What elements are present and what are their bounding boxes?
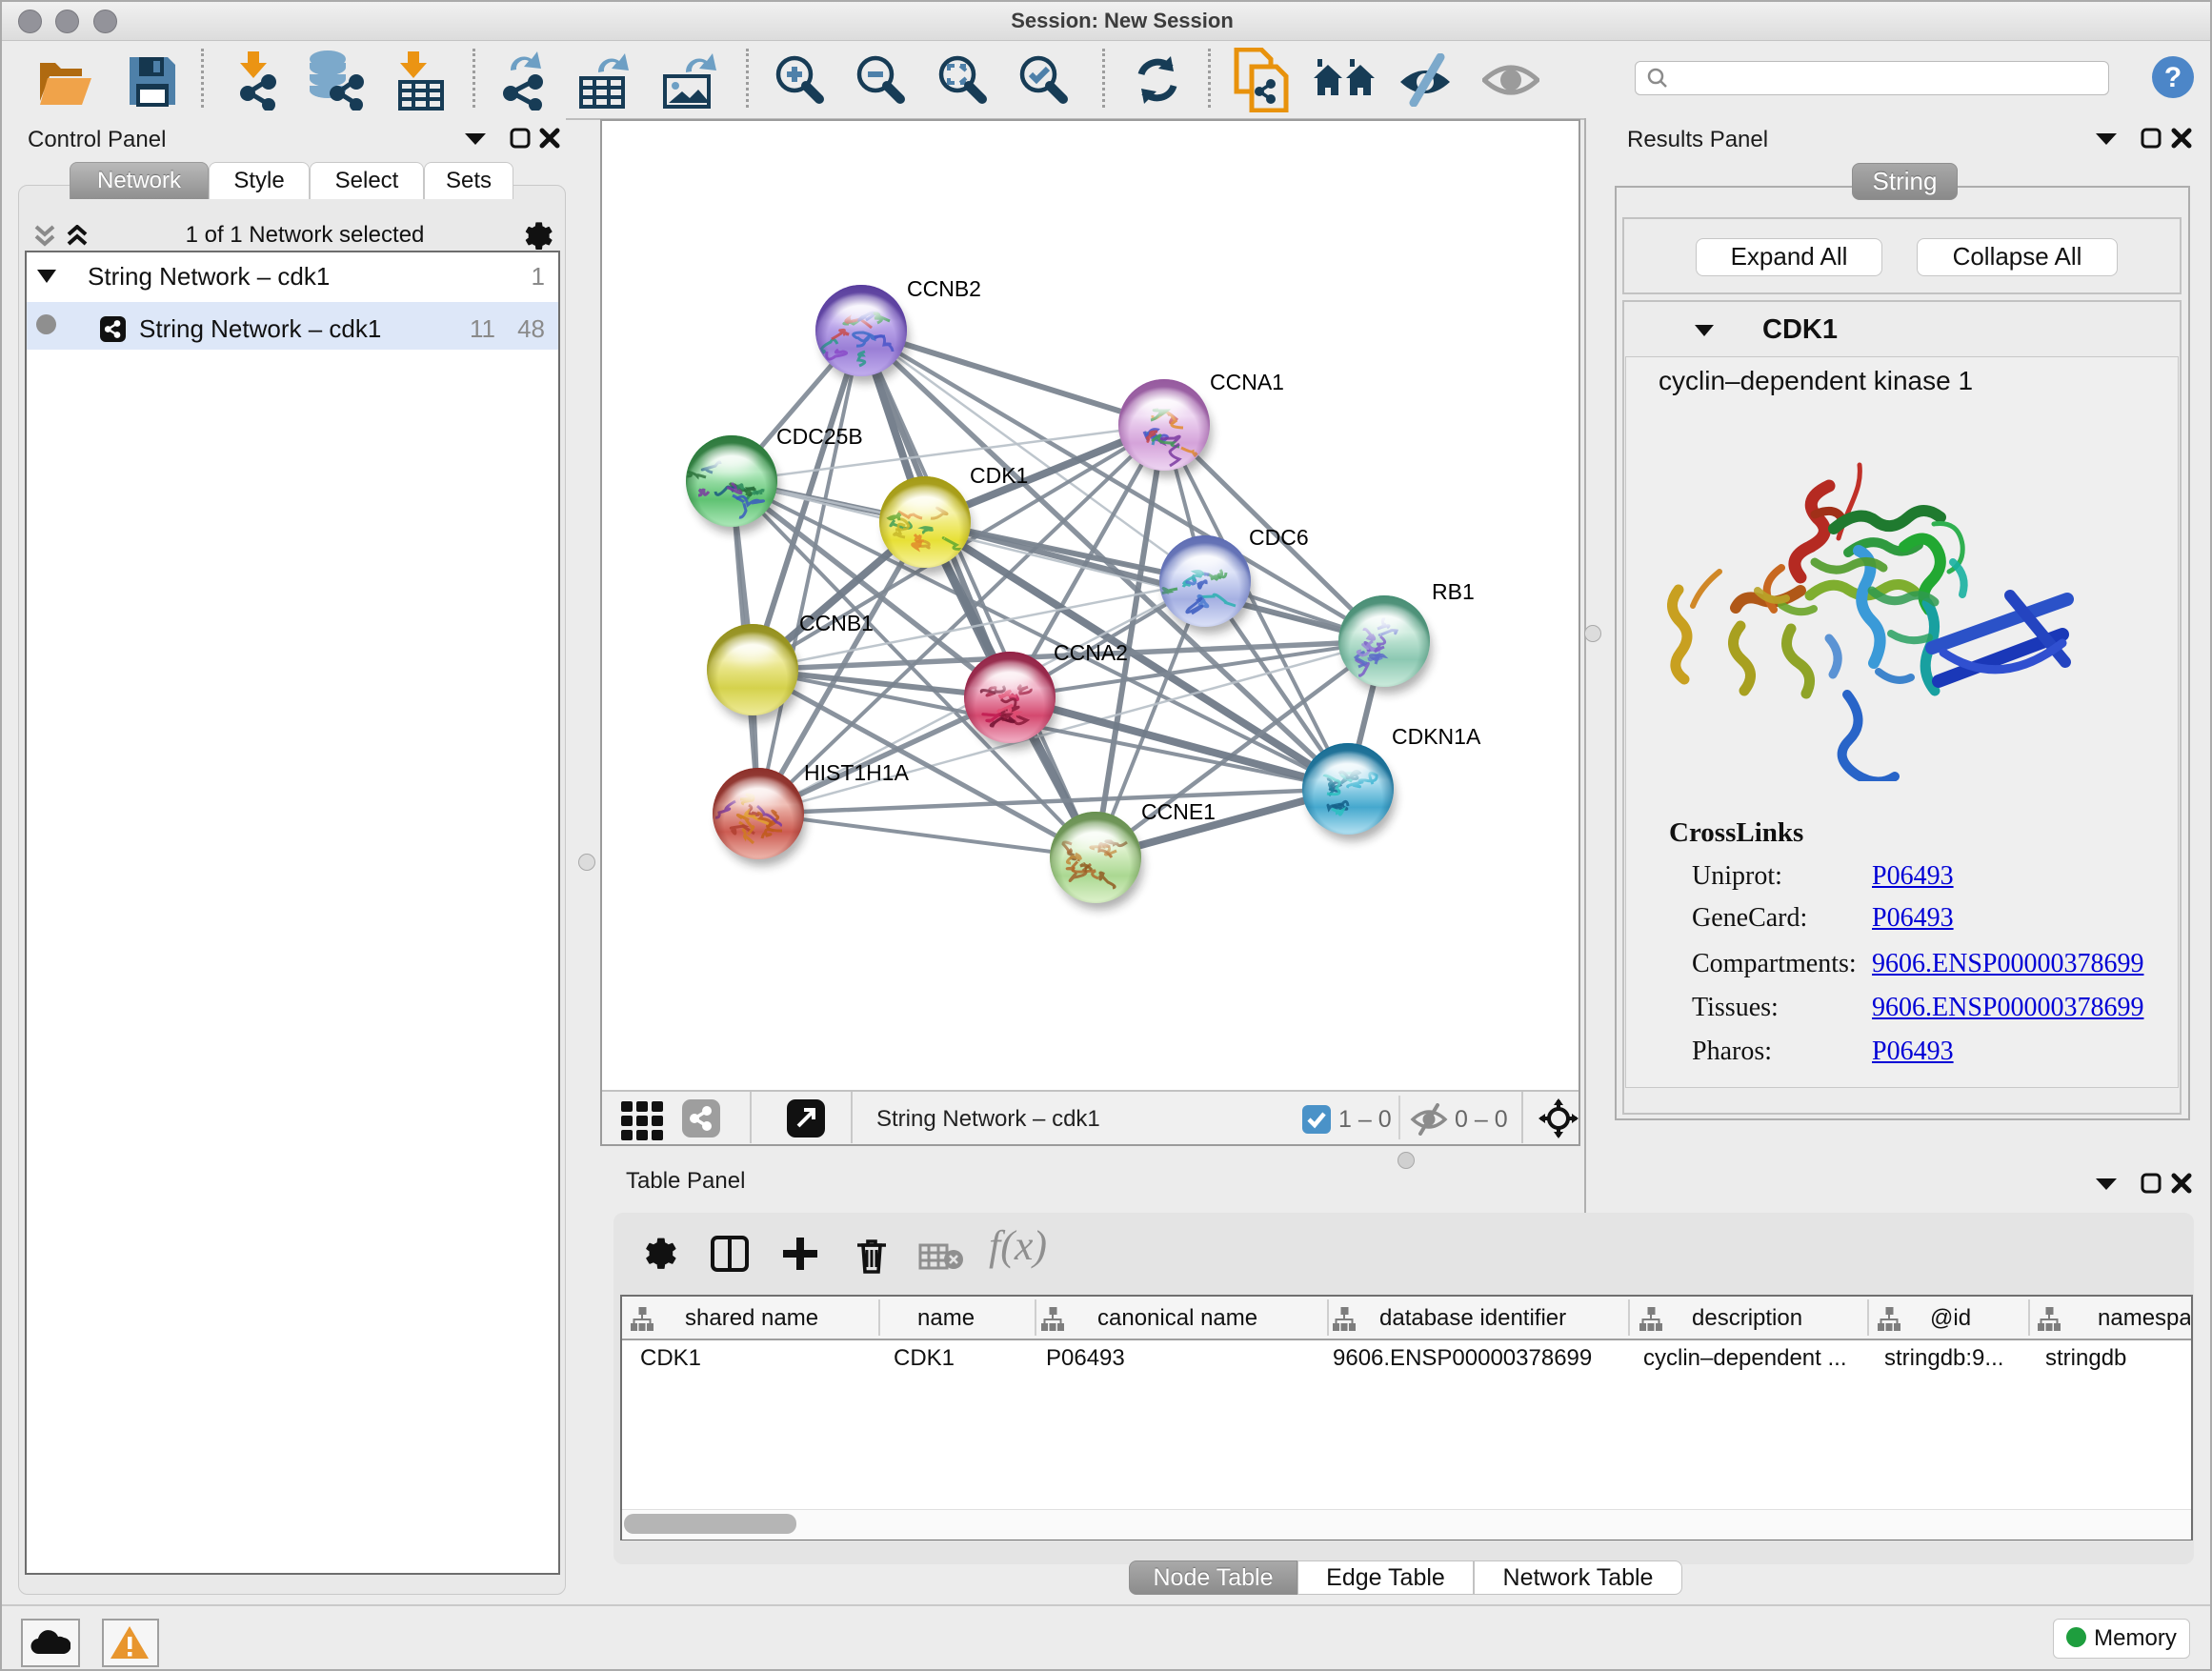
svg-text:RB1: RB1 xyxy=(1432,579,1475,604)
svg-text:CDC6: CDC6 xyxy=(1249,525,1309,550)
svg-text:?: ? xyxy=(2164,62,2182,93)
svg-text:CCNA1: CCNA1 xyxy=(1210,370,1284,394)
svg-text:CCNE1: CCNE1 xyxy=(1141,799,1216,824)
svg-text:CDKN1A: CDKN1A xyxy=(1392,724,1481,749)
svg-text:CDK1: CDK1 xyxy=(970,463,1028,488)
svg-text:HIST1H1A: HIST1H1A xyxy=(804,760,910,785)
svg-text:CCNB1: CCNB1 xyxy=(799,611,874,635)
svg-text:CCNB2: CCNB2 xyxy=(907,276,981,301)
svg-text:CCNA2: CCNA2 xyxy=(1054,640,1128,665)
svg-text:CDC25B: CDC25B xyxy=(776,424,863,449)
